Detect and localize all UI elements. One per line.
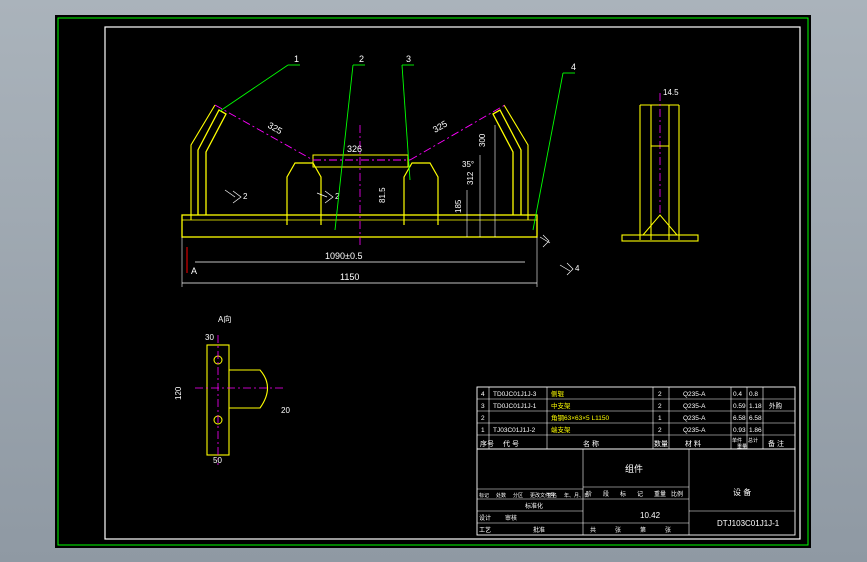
hdr-name: 名 称 [583, 439, 599, 448]
drawing-number: DTJ103C01J1J-1 [717, 519, 780, 528]
roll-centerline-left [214, 104, 314, 161]
middle-support-left [286, 162, 322, 225]
parts-cell-total_w: 1.86 [749, 427, 762, 434]
tb-stage-label: 重量 [654, 490, 666, 498]
dim-roll-angled-right: 325 [431, 119, 449, 135]
parts-cell-unit_w: 0.4 [733, 391, 742, 398]
hdr-note: 备 注 [768, 439, 784, 448]
parts-cell-total_w: 6.58 [749, 415, 762, 422]
parts-cell-total_w: 0.8 [749, 391, 758, 398]
parts-cell-material: Q235-A [683, 427, 706, 434]
tb-sheet-label: 共 [590, 526, 596, 534]
balloon-2[interactable]: 2 [359, 54, 364, 64]
parts-cell-code: TJ03C01J1J-2 [493, 427, 536, 434]
parts-cell-no: 4 [481, 391, 485, 398]
parts-cell-name: 中支架 [551, 401, 571, 410]
tb-stage-label: 阶 [586, 490, 592, 498]
dim-roll-angled-left: 325 [266, 120, 284, 136]
side-view: 14.5 [621, 88, 699, 242]
parts-cell-no: 2 [481, 415, 485, 422]
tb-row1-label: 标记 [479, 492, 489, 499]
parts-cell-unit_w: 0.59 [733, 403, 746, 410]
parts-cell-name: 端支架 [551, 425, 571, 434]
parts-table: 4 TD0JC01J1J-3 侧辊 2 Q235-A 0.4 0.8 3 TD0JC01J1J-… [476, 386, 796, 450]
parts-cell-qty: 2 [658, 403, 662, 410]
parts-cell-name: 侧辊 [551, 389, 565, 398]
roll-centerline-right [409, 104, 506, 161]
base-beam [181, 214, 538, 238]
tb-process: 工艺 [479, 526, 491, 534]
hdr-qty: 数量 [654, 439, 668, 448]
tb-standard: 标准化 [525, 502, 543, 510]
title-block: 组件 设 备 DTJ103C01J1J-1 10.42 标记 处数 分区 更改文件号签… [476, 448, 796, 536]
parts-cell-note: 外购 [769, 401, 783, 410]
parts-cell-material: Q235-A [683, 403, 706, 410]
drawing-weight: 10.42 [640, 511, 661, 520]
detail-title: A向 [218, 314, 231, 324]
hdr-code: 代 号 [503, 439, 519, 448]
dim-height-1: 300 [478, 133, 487, 147]
tb-stage-label: 段 [603, 490, 609, 498]
parts-cell-unit_w: 6.58 [733, 415, 746, 422]
dim-plate-height: 120 [174, 386, 183, 400]
dim-roll-center: 326 [347, 144, 362, 154]
balloon-1[interactable]: 1 [294, 54, 299, 64]
weld-label-1: 2 [243, 192, 248, 201]
dim-side-top: 14.5 [663, 88, 679, 97]
parts-cell-total_w: 1.18 [749, 403, 762, 410]
tb-design: 设计 [479, 514, 491, 522]
tb-sheet-label: 张 [615, 526, 621, 534]
weld-label-3: 4 [575, 264, 580, 273]
parts-cell-qty: 2 [658, 391, 662, 398]
parts-cell-qty: 1 [658, 415, 662, 422]
dim-height-4: 81.5 [378, 187, 387, 203]
parts-cell-unit_w: 0.93 [733, 427, 746, 434]
tb-stage-label: 标 [620, 490, 626, 498]
dim-plate-bottom: 50 [213, 456, 222, 465]
detail-view-a: A向 30 120 50 20 [174, 314, 290, 465]
dim-height-3: 185 [454, 199, 463, 213]
balloon-4[interactable]: 4 [571, 62, 576, 72]
dim-plate-right: 20 [281, 406, 290, 415]
parts-cell-code: TD0JC01J1J-3 [493, 391, 537, 398]
parts-cell-no: 3 [481, 403, 485, 410]
dim-height-2: 312 [466, 171, 475, 185]
parts-cell-material: Q235-A [683, 391, 706, 398]
dim-angle: 35° [462, 160, 474, 169]
parts-cell-name: 角钢63×63×5 L1150 [551, 413, 609, 422]
dim-plate-top: 30 [205, 333, 214, 342]
tb-approve: 批准 [533, 526, 545, 534]
tb-stage-label: 比例 [671, 490, 683, 498]
center-roll [312, 154, 409, 168]
tb-row1-label: 处数 [496, 492, 506, 499]
drawing-canvas[interactable]: 325 325 326 35° 300 312 185 81.5 1090±0.… [55, 15, 811, 548]
company-name: 设 备 [733, 487, 751, 497]
outer-frame [57, 17, 809, 546]
dim-span-total: 1150 [340, 272, 359, 282]
parts-cell-no: 1 [481, 427, 485, 434]
dim-span-inner: 1090±0.5 [325, 251, 362, 261]
tb-sheet-label: 张 [665, 526, 671, 534]
view-arrow-label: A [191, 266, 197, 276]
hdr-unit-w: 单件 [732, 437, 742, 444]
hdr-no: 序号 [480, 439, 494, 448]
tb-review: 审核 [505, 514, 517, 522]
tb-sheet-label: 第 [640, 526, 646, 534]
parts-cell-material: Q235-A [683, 415, 706, 422]
tb-row1-label: 分区 [513, 492, 523, 499]
parts-cell-code: TD0JC01J1J-1 [493, 403, 537, 410]
cad-drawing: 325 325 326 35° 300 312 185 81.5 1090±0.… [57, 17, 809, 546]
tb-stage-label: 记 [637, 491, 643, 498]
tb-row1-label: 签名 [547, 492, 557, 499]
drawing-title: 组件 [625, 463, 643, 474]
front-view: 325 325 326 35° 300 312 185 81.5 1090±0.… [181, 54, 580, 287]
hdr-material: 材 料 [685, 439, 701, 448]
hdr-total-w: 总计 [748, 437, 758, 444]
balloon-3[interactable]: 3 [406, 54, 411, 64]
parts-cell-qty: 2 [658, 427, 662, 434]
